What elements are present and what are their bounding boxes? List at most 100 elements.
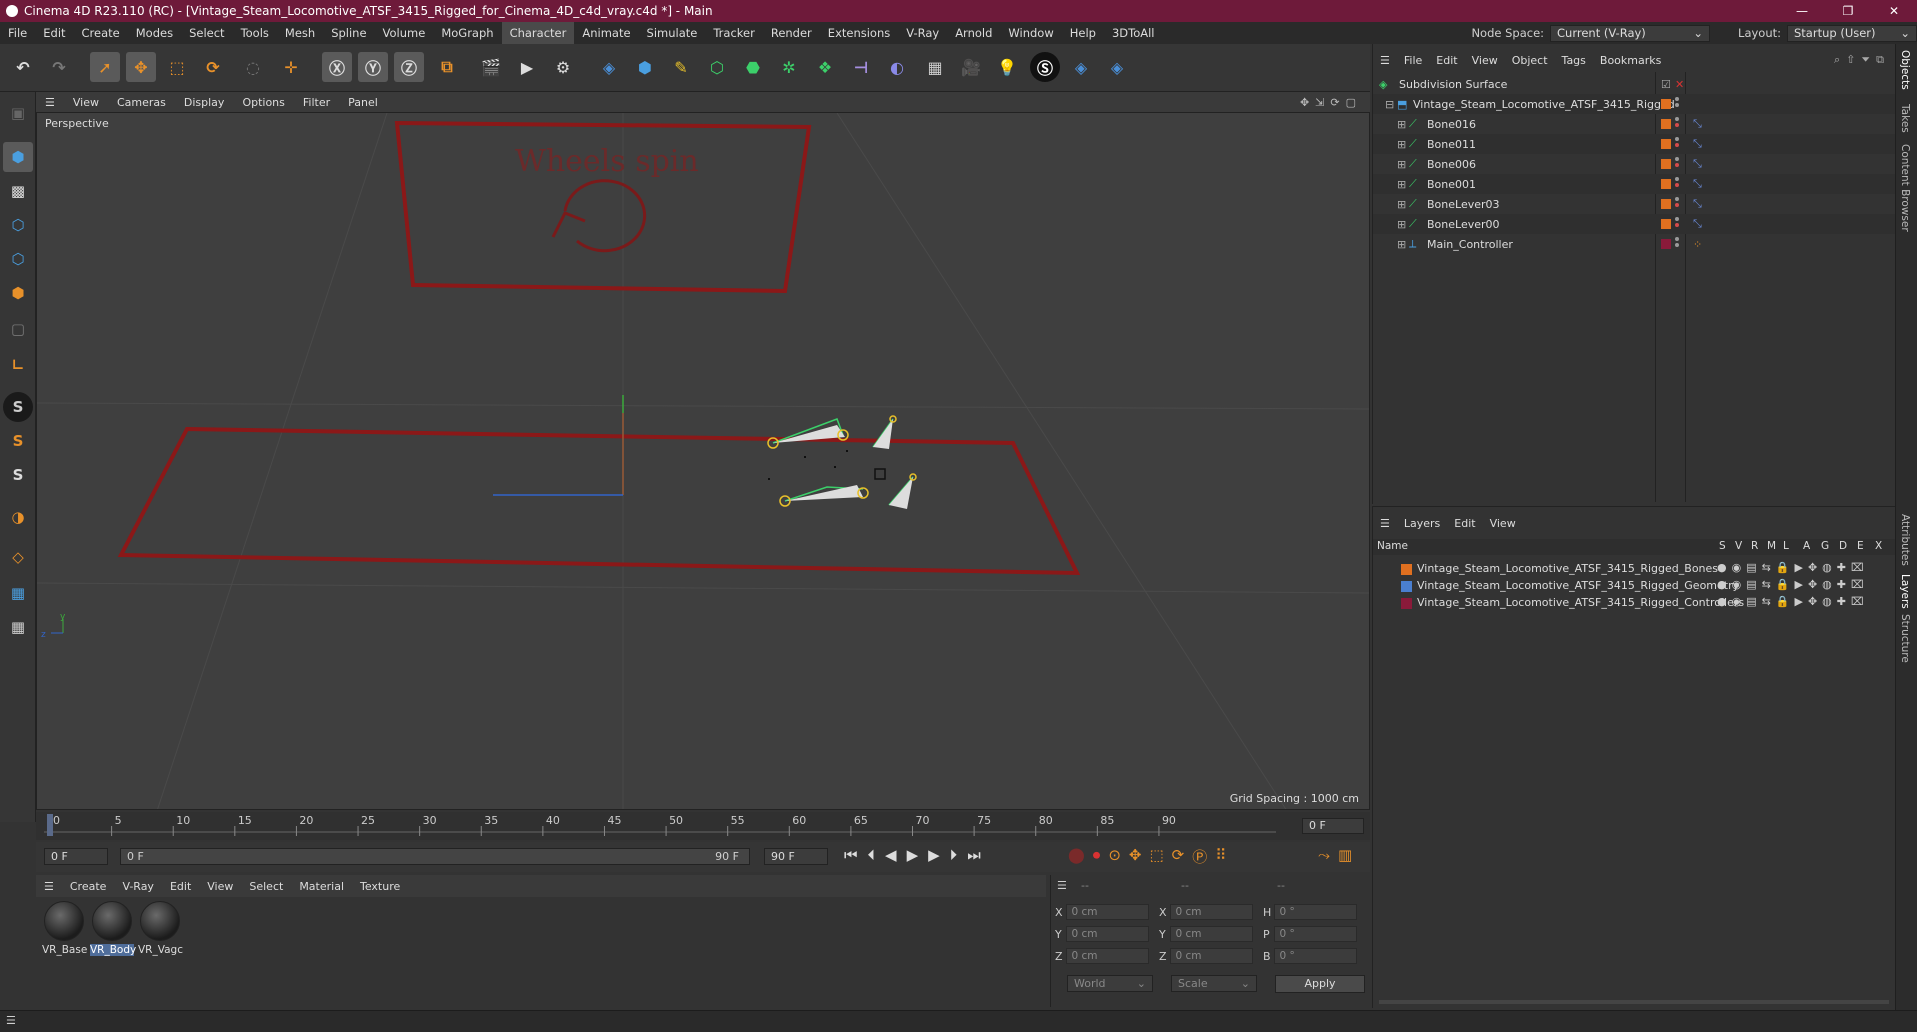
timeline-ruler[interactable]: 0 5 10 15 20 25 30 35 40 45 50 55 60 65 70 75 80 85 90 0 F [36,812,1370,840]
layer-color-swatch[interactable] [1401,598,1412,609]
size-mode-dropdown[interactable]: Scale ⌄ [1171,975,1257,992]
rotation-p-field[interactable]: 0 ° [1274,926,1357,942]
hamburger-icon[interactable]: ☰ [1057,879,1067,892]
menu-character[interactable]: Character [501,22,575,44]
material-menu-view[interactable]: View [199,880,241,893]
visibility-dots[interactable] [1675,157,1681,169]
auto-key-icon[interactable]: ⏺ [1093,846,1101,867]
expand-icon[interactable]: ⊞ [1397,218,1406,231]
material-menu-select[interactable]: Select [241,880,291,893]
x-axis-lock-icon[interactable]: Ⓧ [322,52,352,82]
material-menu-vray[interactable]: V-Ray [114,880,162,893]
viewport-navigation-icons[interactable]: ✥⇲⟳▢ [1300,96,1362,109]
ik-tag-icon[interactable]: ⤡ [1693,157,1702,171]
python-script-icon[interactable]: ◈ [1066,52,1096,82]
coordinate-system-icon[interactable]: ⧉ [432,52,462,82]
material-item[interactable]: VR_Base [42,901,87,956]
size-y-field[interactable]: 0 cm [1170,926,1253,942]
viewport-menu-panel[interactable]: Panel [339,96,387,109]
coordinate-mode-dropdown[interactable]: World ⌄ [1067,975,1153,992]
expand-icon[interactable]: ⊞ [1397,158,1406,171]
viewport-menu-view[interactable]: View [64,96,108,109]
tab-objects[interactable]: Objects [1899,50,1911,90]
visibility-dots[interactable] [1675,97,1681,109]
keyframe-selection-icon[interactable]: ⊙ [1108,846,1121,867]
hamburger-icon[interactable]: ☰ [1373,517,1397,530]
tab-layers[interactable]: Layers [1899,574,1911,609]
visibility-dots[interactable] [1675,117,1681,129]
layer-menu-layers[interactable]: Layers [1397,517,1447,530]
perspective-viewport[interactable]: Wheels spin z y Perspective Grid Spacing… [36,112,1370,810]
position-key-icon[interactable]: ✥ [1129,846,1142,867]
tab-takes[interactable]: Takes [1899,104,1911,133]
menu-simulate[interactable]: Simulate [639,22,706,44]
menu-select[interactable]: Select [181,22,232,44]
menu-edit[interactable]: Edit [35,22,73,44]
hamburger-icon[interactable]: ☰ [36,96,64,109]
size-z-field[interactable]: 0 cm [1170,948,1253,964]
material-menu-texture[interactable]: Texture [352,880,408,893]
layer-menu-edit[interactable]: Edit [1447,517,1482,530]
expand-icon[interactable]: ⊞ [1397,178,1406,191]
current-frame-field[interactable]: 0 F [1302,818,1364,834]
next-frame-icon[interactable]: ▶ [928,846,940,864]
visibility-dots[interactable] [1675,137,1681,149]
playhead[interactable] [47,814,53,836]
expand-icon[interactable]: ⊞ [1397,138,1406,151]
object-row[interactable]: ⊞ ⟋ Bone016 ⤡ [1373,114,1896,134]
menu-spline[interactable]: Spline [323,22,374,44]
layer-color-swatch[interactable] [1401,581,1412,592]
snap-settings-icon[interactable]: S [3,426,33,456]
material-menu-create[interactable]: Create [62,880,115,893]
object-row[interactable]: ⊞ ⟋ BoneLever03 ⤡ [1373,194,1896,214]
hamburger-icon[interactable]: ☰ [36,880,62,893]
object-menu-bookmarks[interactable]: Bookmarks [1593,54,1668,67]
layer-flags-icons[interactable]: ●◉▤⇆🔒▶✥◍✚⌧ [1717,561,1869,574]
uv-mode-icon[interactable]: ▢ [3,314,33,344]
deformer-icon[interactable]: ⊣ [846,52,876,82]
object-menu-tags[interactable]: Tags [1555,54,1593,67]
cube-icon[interactable]: ⬢ [630,52,660,82]
mograph-icon[interactable]: ❖ [810,52,840,82]
z-axis-lock-icon[interactable]: Ⓩ [394,52,424,82]
expand-icon[interactable]: ⊞ [1397,118,1406,131]
ik-tag-icon[interactable]: ⤡ [1693,137,1702,151]
camera-icon[interactable]: 🎥 [956,52,986,82]
position-z-field[interactable]: 0 cm [1066,948,1149,964]
menu-3dtoall[interactable]: 3DToAll [1104,22,1163,44]
menu-animate[interactable]: Animate [574,22,638,44]
field-icon[interactable]: ◐ [882,52,912,82]
visibility-dots[interactable] [1675,177,1681,189]
tab-attributes[interactable]: Attributes [1899,514,1911,566]
scale-tool-icon[interactable]: ⬚ [162,52,192,82]
rotate-tool-icon[interactable]: ⟳ [198,52,228,82]
magnet-icon[interactable]: ◑ [3,502,33,532]
previous-frame-icon[interactable]: ◀ [885,846,897,864]
cloner-icon[interactable]: ✲ [774,52,804,82]
ik-tag-icon[interactable]: ⤡ [1693,197,1702,211]
object-menu-file[interactable]: File [1397,54,1429,67]
floor-icon[interactable]: ▦ [920,52,950,82]
visibility-dots[interactable] [1675,217,1681,229]
menu-render[interactable]: Render [763,22,820,44]
material-menu-edit[interactable]: Edit [162,880,199,893]
menu-volume[interactable]: Volume [375,22,434,44]
select-tool-icon[interactable]: ➚ [90,52,120,82]
menu-window[interactable]: Window [1000,22,1061,44]
position-x-field[interactable]: 0 cm [1066,904,1149,920]
hamburger-icon[interactable]: ☰ [6,1014,16,1027]
position-y-field[interactable]: 0 cm [1066,926,1149,942]
material-menu-material[interactable]: Material [291,880,352,893]
object-menu-view[interactable]: View [1465,54,1505,67]
menu-arnold[interactable]: Arnold [947,22,1000,44]
workplane-icon[interactable]: ◇ [3,542,33,572]
snap-icon[interactable]: S [3,392,33,422]
object-row[interactable]: ⊞ ⟋ Bone011 ⤡ [1373,134,1896,154]
scale-key-icon[interactable]: ⬚ [1149,846,1163,867]
edges-mode-icon[interactable]: ⬡ [3,244,33,274]
vray-icon[interactable]: Ⓢ [1030,52,1060,82]
viewport-menu-options[interactable]: Options [233,96,293,109]
film-icon[interactable]: ▥ [1338,846,1352,864]
menu-create[interactable]: Create [74,22,128,44]
horizontal-scrollbar[interactable] [1379,1000,1889,1004]
